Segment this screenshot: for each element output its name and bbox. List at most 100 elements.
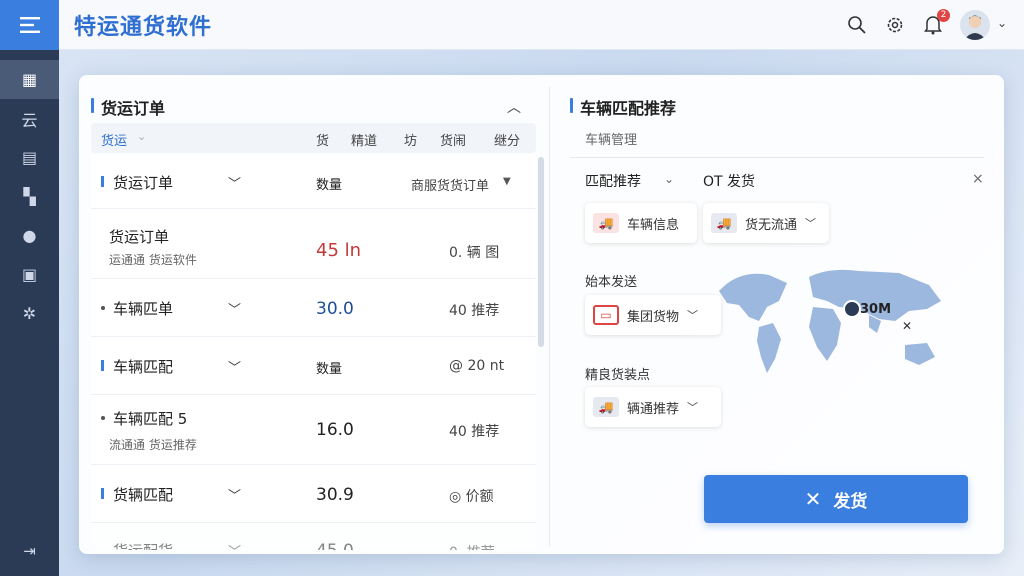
menu-icon — [19, 17, 40, 33]
chevron-down-icon: ﹀ — [687, 309, 699, 322]
settings-button[interactable] — [883, 13, 907, 37]
gear-icon — [887, 17, 903, 33]
collapse-chevron-icon[interactable]: ︿ — [507, 97, 521, 117]
chevron-down-icon[interactable]: ﹀ — [228, 357, 241, 376]
list-item-value: 数量 — [316, 178, 343, 193]
world-map[interactable]: 30M ✕ — [709, 261, 949, 391]
orders-tabbar: 货运 ⌄ 货 精道 坊 货闹 继分 — [91, 123, 536, 153]
list-item-action[interactable]: 0. 推荐 — [449, 542, 495, 550]
chevron-down-icon[interactable]: ﹀ — [228, 173, 241, 192]
list-item-value: 数量 — [316, 362, 343, 377]
sidebar-item-orders[interactable]: ▤ — [0, 138, 59, 177]
list-item[interactable]: 车辆匹单 ﹀ 30.0 40 推荐 — [91, 279, 536, 337]
list-item-name: 车辆匹单 — [113, 300, 174, 318]
logout-icon: ⇥ — [23, 542, 36, 560]
list-item-name: 货辆匹配 — [113, 486, 174, 504]
list-item-action[interactable]: @ 20 nt — [449, 358, 504, 374]
tab-3[interactable]: 坊 — [404, 130, 417, 149]
sidebar-item-info[interactable]: ● — [0, 216, 59, 255]
logout-button[interactable]: ⇥ — [0, 542, 59, 560]
list-item-subtitle: 运通通 货运软件 — [109, 253, 197, 267]
list-item-name: 车辆匹配 — [113, 358, 174, 376]
ship-button[interactable]: ✕ 发货 — [704, 475, 968, 523]
tab-5[interactable]: 继分 — [494, 130, 520, 149]
panel-divider — [549, 87, 550, 547]
sidebar-item-dashboard[interactable]: ▦ — [0, 60, 59, 99]
vehicle-info-chip[interactable]: 🚚 车辆信息 — [585, 203, 697, 243]
truck-icon: 🚚 — [593, 213, 619, 233]
list-item-action[interactable]: 40 推荐 — [449, 300, 499, 320]
vehicle-management-label: 车辆管理 — [585, 133, 638, 148]
list-item-subtitle: 流通通 货运推荐 — [109, 438, 197, 452]
menu-toggle-button[interactable] — [0, 0, 59, 50]
layers-icon: ▚ — [23, 187, 36, 206]
list-item-action[interactable]: ◎ 价额 — [449, 486, 494, 506]
wallet-icon: ▣ — [21, 265, 38, 284]
chevron-down-icon: ﹀ — [805, 217, 817, 230]
origin-label: 始本发送 — [585, 275, 638, 290]
list-item-value: 30.0 — [316, 299, 354, 319]
notification-badge: 2 — [937, 9, 950, 22]
recommend-label: 匹配推荐 — [585, 174, 641, 190]
list-item-value: 16.0 — [316, 420, 354, 440]
search-icon — [848, 16, 866, 34]
gear-icon: ✲ — [22, 304, 37, 323]
close-icon[interactable]: × — [972, 171, 984, 187]
notifications-button[interactable]: 2 — [921, 9, 950, 37]
sidebar-item-settings[interactable]: ✲ — [0, 294, 59, 333]
chevron-down-icon[interactable]: ﹀ — [228, 299, 241, 318]
info-icon: ● — [22, 226, 37, 245]
list-item-name: 货运订单 — [113, 174, 174, 192]
list-item-action[interactable]: 0. 辆 图 — [449, 242, 499, 262]
tab-1[interactable]: 货 — [316, 130, 329, 149]
list-item-action[interactable]: 商服货货订单 — [411, 175, 489, 194]
truck-icon: 🚚 — [711, 213, 737, 233]
search-button[interactable] — [845, 13, 869, 37]
destination-marker-icon: ✕ — [902, 319, 913, 333]
cloud-icon: 云 — [21, 110, 38, 130]
tab-4[interactable]: 货闹 — [440, 130, 466, 149]
list-item[interactable]: 货运订单 运通通 货运软件 45 ln 0. 辆 图 — [91, 209, 536, 279]
orders-icon: ▤ — [21, 148, 38, 167]
sidebar-item-wallet[interactable]: ▣ — [0, 255, 59, 294]
edit-icon[interactable]: ⌄ — [664, 172, 674, 186]
sidebar: ▦ 云 ▤ ▚ ● ▣ ✲ ⇥ — [0, 0, 59, 576]
truck-icon: ▭ — [593, 305, 619, 325]
list-item-value: 45 ln — [316, 240, 362, 261]
chevron-down-icon[interactable]: ﹀ — [228, 485, 241, 504]
map-marker-value: 30M — [860, 302, 892, 317]
list-item[interactable]: 车辆匹配 ﹀ 数量 @ 20 nt — [91, 337, 536, 395]
list-item-value: 30.9 — [316, 485, 354, 505]
list-item-value: 45.0 — [316, 541, 354, 550]
flow-select[interactable]: 🚚 货无流通 ﹀ — [703, 203, 829, 243]
list-scrollbar[interactable] — [538, 157, 544, 347]
chevron-down-icon[interactable]: ﹀ — [228, 541, 241, 550]
tab-0[interactable]: 货运 — [101, 130, 127, 149]
main-card: 货运订单 ︿ 货运 ⌄ 货 精道 坊 货闹 继分 货运订单 ﹀ 数量 商服货货订… — [79, 75, 1004, 554]
app-title: 特运通货软件 — [74, 15, 213, 40]
ship-label: OT 发货 — [703, 174, 756, 190]
sidebar-item-cloud[interactable]: 云 — [0, 99, 59, 138]
orders-list: 货运订单 ﹀ 数量 商服货货订单 ▼ 货运订单 运通通 货运软件 45 ln 0… — [91, 155, 536, 550]
list-item[interactable]: 货辆匹配 ﹀ 30.9 ◎ 价额 — [91, 465, 536, 523]
vehicle-match-title: 车辆匹配推荐 — [570, 95, 676, 119]
destination-select[interactable]: 🚚 辆通推荐 ﹀ — [585, 387, 721, 427]
list-item-action[interactable]: 40 推荐 — [449, 421, 499, 441]
tab-dropdown-icon[interactable]: ⌄ — [137, 130, 146, 143]
tab-2[interactable]: 精道 — [351, 130, 377, 149]
chevron-down-icon: ﹀ — [687, 401, 699, 414]
list-item[interactable]: 车辆匹配 5 流通通 货运推荐 16.0 40 推荐 — [91, 395, 536, 465]
list-item[interactable]: 货运配货 ﹀ 45.0 0. 推荐 — [91, 523, 536, 550]
dashboard-icon: ▦ — [21, 70, 38, 89]
list-item-name: 车辆匹配 5 — [113, 410, 188, 428]
origin-select[interactable]: ▭ 集团货物 ﹀ — [585, 295, 721, 335]
location-pin-icon[interactable] — [843, 300, 861, 318]
sidebar-item-layers[interactable]: ▚ — [0, 177, 59, 216]
list-item[interactable]: 货运订单 ﹀ 数量 商服货货订单 ▼ — [91, 155, 536, 209]
destination-label: 精良货装点 — [585, 368, 651, 383]
avatar[interactable] — [960, 10, 990, 40]
list-item-name: 货运订单 — [109, 228, 170, 246]
user-menu-chevron-icon[interactable]: ⌄ — [997, 16, 1007, 30]
sort-dropdown-icon[interactable]: ▼ — [503, 176, 511, 187]
orders-section-title: 货运订单 — [91, 95, 165, 119]
